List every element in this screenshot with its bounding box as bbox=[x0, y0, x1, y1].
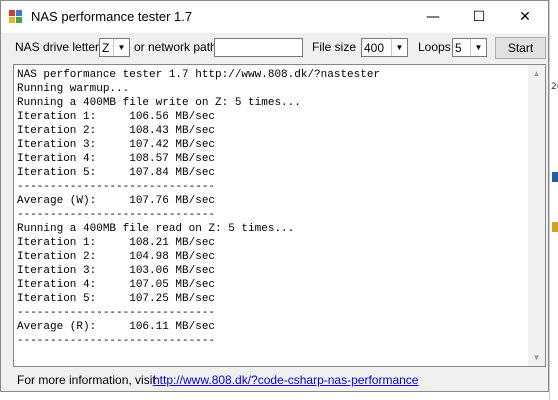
output-line: NAS performance tester 1.7 http://www.80… bbox=[17, 69, 381, 81]
chevron-down-icon[interactable]: ▼ bbox=[113, 39, 129, 56]
output-textarea[interactable]: NAS performance tester 1.7 http://www.80… bbox=[13, 64, 546, 367]
scroll-down-icon[interactable]: ▼ bbox=[528, 349, 545, 366]
background-window: 26 bbox=[549, 0, 558, 400]
output-line: ------------------------------ bbox=[17, 335, 216, 347]
output-line: Iteration 4: 107.05 MB/sec bbox=[17, 279, 216, 291]
network-path-label: or network path bbox=[134, 40, 217, 54]
footer-info-text: For more information, visit bbox=[17, 373, 156, 387]
drive-letter-select[interactable]: Z ▼ bbox=[99, 38, 130, 57]
minimize-button[interactable]: — bbox=[410, 1, 456, 33]
output-line: Iteration 1: 106.56 MB/sec bbox=[17, 111, 216, 123]
output-line: Average (R): 106.11 MB/sec bbox=[17, 321, 216, 333]
window-title: NAS performance tester 1.7 bbox=[31, 9, 193, 24]
minimize-icon: — bbox=[426, 9, 440, 25]
output-line: ------------------------------ bbox=[17, 307, 216, 319]
output-line: Iteration 4: 108.57 MB/sec bbox=[17, 153, 216, 165]
output-line: Running warmup... bbox=[17, 83, 130, 95]
output-line: Running a 400MB file write on Z: 5 times… bbox=[17, 97, 301, 109]
output-line: Iteration 2: 108.43 MB/sec bbox=[17, 125, 216, 137]
output-line: Iteration 5: 107.84 MB/sec bbox=[17, 167, 216, 179]
output-line: Iteration 3: 103.06 MB/sec bbox=[17, 265, 216, 277]
output-line: Iteration 3: 107.42 MB/sec bbox=[17, 139, 216, 151]
output-log: NAS performance tester 1.7 http://www.80… bbox=[17, 68, 526, 348]
maximize-button[interactable]: ☐ bbox=[456, 1, 502, 33]
chevron-down-icon[interactable]: ▼ bbox=[391, 39, 407, 56]
background-text: 26 bbox=[551, 82, 558, 92]
close-button[interactable]: ✕ bbox=[502, 1, 548, 33]
scroll-up-icon[interactable]: ▲ bbox=[528, 65, 545, 82]
output-line: Iteration 5: 107.25 MB/sec bbox=[17, 293, 216, 305]
output-line: Running a 400MB file read on Z: 5 times.… bbox=[17, 223, 295, 235]
background-marker bbox=[552, 172, 558, 182]
output-line: Iteration 1: 108.21 MB/sec bbox=[17, 237, 216, 249]
toolbar: NAS drive letter Z ▼ or network path Fil… bbox=[1, 33, 548, 61]
drive-letter-value: Z bbox=[102, 41, 110, 55]
file-size-label: File size bbox=[312, 40, 357, 54]
output-line: Average (W): 107.76 MB/sec bbox=[17, 195, 216, 207]
loops-select[interactable]: 5 ▼ bbox=[452, 38, 487, 57]
chevron-down-icon[interactable]: ▼ bbox=[470, 39, 486, 56]
background-marker bbox=[552, 222, 558, 232]
network-path-input[interactable] bbox=[214, 38, 303, 57]
close-icon: ✕ bbox=[519, 9, 531, 25]
start-button[interactable]: Start bbox=[495, 37, 546, 59]
file-size-select[interactable]: 400 ▼ bbox=[361, 38, 408, 57]
footer-link[interactable]: http://www.808.dk/?code-csharp-nas-perfo… bbox=[153, 373, 418, 387]
drive-letter-label: NAS drive letter bbox=[15, 40, 100, 54]
output-line: Iteration 2: 104.98 MB/sec bbox=[17, 251, 216, 263]
app-icon bbox=[9, 10, 23, 24]
output-line: ------------------------------ bbox=[17, 209, 216, 221]
app-window: NAS performance tester 1.7 — ☐ ✕ NAS dri… bbox=[0, 0, 549, 392]
file-size-value: 400 bbox=[364, 41, 385, 55]
loops-label: Loops bbox=[418, 40, 451, 54]
maximize-icon: ☐ bbox=[472, 9, 486, 25]
output-line: ------------------------------ bbox=[17, 181, 216, 193]
title-bar: NAS performance tester 1.7 — ☐ ✕ bbox=[1, 1, 548, 33]
vertical-scrollbar[interactable]: ▲ ▼ bbox=[528, 65, 545, 366]
loops-value: 5 bbox=[455, 41, 462, 55]
